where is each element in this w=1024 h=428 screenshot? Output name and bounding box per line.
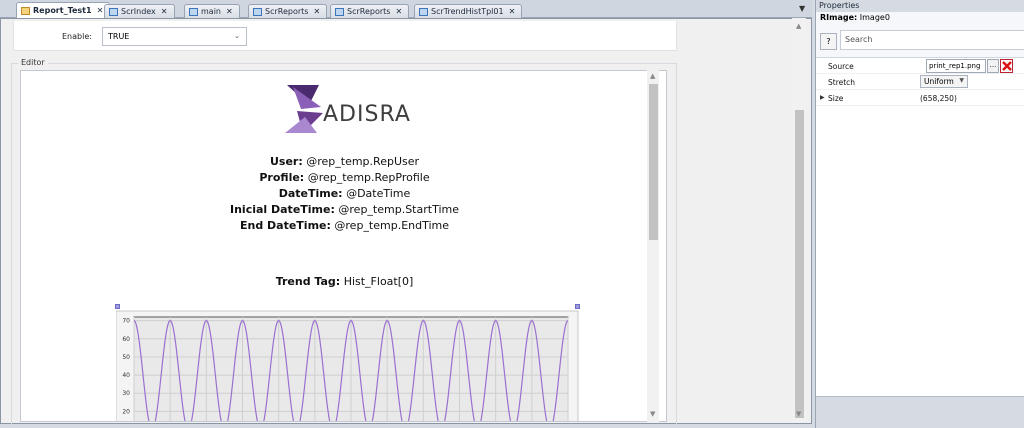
close-icon[interactable]: ✕ [226, 7, 233, 16]
expand-arrow-icon[interactable]: ▶ [820, 94, 825, 101]
logo-wordmark: ADISRA [323, 102, 411, 127]
info-value: @DateTime [346, 187, 411, 200]
properties-toolbar: ? Search [816, 24, 1024, 58]
property-name: Source [828, 62, 854, 71]
info-line-profile: Profile: @rep_temp.RepProfile [21, 171, 666, 184]
tab-scrreports-2[interactable]: ScrReports ✕ [330, 4, 410, 18]
y-tick-label: 50 [122, 354, 130, 361]
stretch-value: Uniform [924, 77, 954, 86]
property-name: Size [828, 94, 844, 103]
help-button[interactable]: ? [820, 33, 837, 50]
resize-handle[interactable] [115, 304, 120, 309]
info-label: End DateTime: [239, 219, 331, 232]
property-value: (658,250) [920, 94, 957, 103]
document-tab-strip: Report_Test1 ✕ ScrIndex ✕ main ✕ ScrRepo… [0, 0, 812, 18]
trend-tag-line: Trend Tag: Hist_Float[0] [21, 275, 666, 288]
scroll-thumb[interactable] [649, 84, 658, 240]
property-row-size[interactable]: ▶ Size (658,250) [816, 90, 1024, 106]
enable-panel: Enable: TRUE ⌄ [13, 21, 677, 51]
editor-group: Editor ADISRA User: @rep_temp.RepUser Pr… [11, 58, 677, 427]
close-icon[interactable]: ✕ [97, 6, 104, 15]
stretch-select[interactable]: Uniform ▼ [920, 75, 968, 88]
y-tick-label: 30 [122, 390, 130, 397]
tab-main[interactable]: main ✕ [184, 4, 240, 18]
report-icon [21, 6, 30, 15]
properties-panel: Properties RImage: Image0 ? Search Sourc… [815, 0, 1024, 428]
tab-scrreports[interactable]: ScrReports ✕ [248, 4, 328, 18]
report-editor-document: Enable: TRUE ⌄ Editor ADISRA User: @rep_… [0, 18, 812, 427]
document-vertical-scrollbar[interactable]: ▲ ▼ [792, 18, 806, 422]
y-tick-label: 40 [122, 372, 130, 379]
tab-label: ScrTrendHistTpl01 [431, 7, 504, 16]
info-label: User: [269, 155, 303, 168]
trend-chart-svg: 10203040506070 [115, 310, 579, 421]
close-icon[interactable]: ✕ [313, 7, 320, 16]
editor-group-label: Editor [18, 58, 48, 67]
info-value: @rep_temp.RepProfile [307, 171, 430, 184]
browse-button[interactable]: ... [987, 59, 999, 73]
tab-label: ScrIndex [121, 7, 156, 16]
y-tick-label: 60 [122, 336, 130, 343]
info-line-start-datetime: Inicial DateTime: @rep_temp.StartTime [21, 203, 666, 216]
property-description-area [816, 396, 1024, 428]
report-canvas[interactable]: ADISRA User: @rep_temp.RepUser Profile: … [20, 70, 667, 422]
tab-label: main [201, 7, 221, 16]
tab-label: Report_Test1 [33, 6, 92, 15]
screen-icon [109, 7, 118, 16]
property-row-source[interactable]: Source print_rep1.png ... [816, 58, 1024, 74]
resize-handle[interactable] [575, 304, 580, 309]
search-placeholder: Search [845, 35, 873, 44]
chevron-down-icon: ▼ [959, 77, 964, 84]
tab-list-dropdown-icon[interactable]: ▼ [799, 4, 805, 13]
property-name: Stretch [828, 78, 856, 87]
scroll-up-icon[interactable]: ▲ [796, 22, 801, 30]
close-icon[interactable]: ✕ [161, 7, 168, 16]
trend-label: Trend Tag: [275, 275, 341, 288]
info-label: DateTime: [278, 187, 343, 200]
tab-scrtrendhisttpl01[interactable]: ScrTrendHistTpl01 ✕ [414, 4, 523, 18]
info-value: @rep_temp.StartTime [338, 203, 459, 216]
info-value: @rep_temp.EndTime [334, 219, 450, 232]
tab-report-test1[interactable]: Report_Test1 ✕ [16, 2, 111, 18]
scroll-down-icon[interactable]: ▼ [796, 410, 801, 418]
enable-value: TRUE [108, 32, 130, 41]
object-name: Image0 [859, 13, 890, 22]
close-icon[interactable]: ✕ [395, 7, 402, 16]
info-label: Profile: [259, 171, 305, 184]
tab-scrindex[interactable]: ScrIndex ✕ [104, 4, 175, 18]
object-type: RImage: [820, 13, 858, 22]
scroll-thumb[interactable] [795, 110, 804, 418]
info-line-user: User: @rep_temp.RepUser [21, 155, 666, 168]
info-line-datetime: DateTime: @DateTime [21, 187, 666, 200]
info-label: Inicial DateTime: [230, 203, 335, 216]
scroll-down-icon[interactable]: ▼ [650, 410, 655, 418]
source-field[interactable]: print_rep1.png [926, 59, 986, 73]
chevron-down-icon: ⌄ [234, 32, 240, 40]
screen-icon [419, 7, 428, 16]
close-icon[interactable]: ✕ [509, 7, 516, 16]
selected-object-header: RImage: Image0 [816, 12, 1024, 24]
property-grid: Source print_rep1.png ... Stretch Unifor… [816, 58, 1024, 396]
delete-icon[interactable] [1000, 59, 1013, 73]
tab-label: ScrReports [265, 7, 309, 16]
screen-icon [253, 7, 262, 16]
canvas-vertical-scrollbar[interactable]: ▲ ▼ [647, 70, 659, 422]
trend-value: Hist_Float[0] [343, 275, 414, 288]
info-line-end-datetime: End DateTime: @rep_temp.EndTime [21, 219, 666, 232]
info-value: @rep_temp.RepUser [306, 155, 420, 168]
trend-chart[interactable]: 10203040506070 [115, 304, 580, 421]
enable-label: Enable: [62, 32, 92, 41]
y-tick-label: 70 [122, 318, 130, 325]
screen-icon [189, 7, 198, 16]
tab-label: ScrReports [347, 7, 391, 16]
property-search-input[interactable]: Search [840, 30, 1024, 50]
enable-select[interactable]: TRUE ⌄ [102, 27, 247, 46]
y-tick-label: 20 [122, 408, 130, 415]
property-row-stretch[interactable]: Stretch Uniform ▼ [816, 74, 1024, 90]
screen-icon [335, 7, 344, 16]
properties-title: Properties [816, 0, 1024, 12]
scroll-up-icon[interactable]: ▲ [650, 72, 655, 80]
